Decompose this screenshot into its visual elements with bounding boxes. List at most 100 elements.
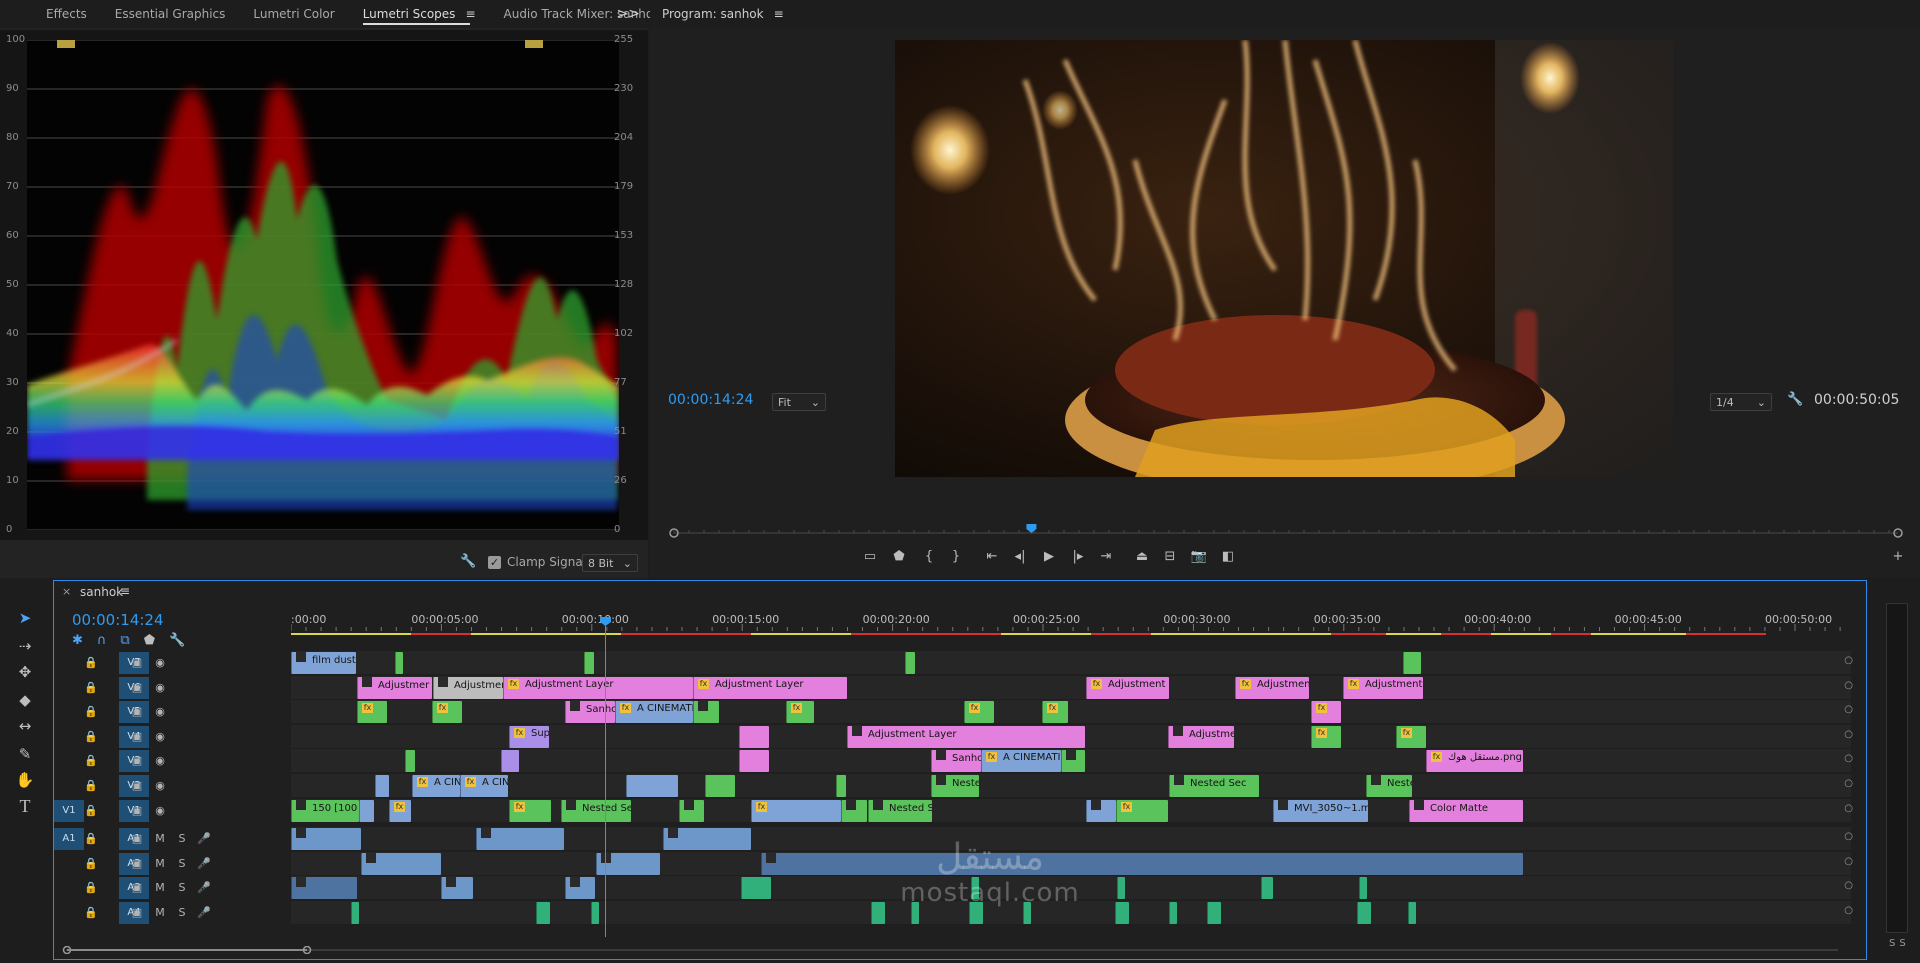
lock-icon[interactable]: 🔒	[83, 799, 99, 823]
linked-selection-icon[interactable]: ⧉	[120, 633, 129, 648]
clip[interactable]: fx Adjustment Layer	[1086, 676, 1169, 699]
clip[interactable]	[501, 750, 519, 773]
lock-icon[interactable]: 🔒	[83, 876, 99, 900]
clip[interactable]	[679, 799, 704, 822]
slip-tool-icon[interactable]: ↔	[12, 714, 38, 738]
eye-icon[interactable]: ◉	[152, 700, 168, 724]
tab-lumetri-scopes[interactable]: Lumetri Scopes ≡	[349, 0, 490, 28]
clip[interactable]	[693, 701, 719, 724]
clip[interactable]: Sanhok	[565, 701, 615, 724]
clip[interactable]: Adjustment	[1168, 725, 1234, 748]
clip[interactable]: fx	[389, 799, 411, 822]
tab-effects[interactable]: Effects	[0, 0, 101, 28]
clip[interactable]	[705, 775, 735, 797]
clip[interactable]: fx Adjustment Lay	[1235, 676, 1309, 699]
clip[interactable]: Nested	[931, 775, 979, 797]
track-scroll-handle-icon[interactable]: ○	[1844, 831, 1853, 842]
clip[interactable]	[841, 799, 867, 822]
step-back-icon[interactable]: ◂|	[1008, 545, 1032, 569]
clip[interactable]: fx A CINE	[460, 775, 508, 797]
track-scroll-handle-icon[interactable]: ○	[1844, 729, 1853, 740]
bit-depth-select[interactable]: 8 Bit ⌄	[582, 554, 638, 572]
clip[interactable]	[291, 828, 361, 851]
clip[interactable]	[969, 902, 983, 924]
time-ruler[interactable]: :00:00 00:00:05:00 00:00:10:00 00:00:15:00 0…	[290, 607, 1851, 637]
source-patch[interactable]: A1	[54, 828, 84, 851]
clip[interactable]	[476, 828, 564, 851]
clip[interactable]: fx	[357, 701, 387, 724]
track-lane[interactable]: ○	[291, 901, 1853, 925]
clip[interactable]: fx A CINEMATIC B	[615, 701, 693, 724]
wrench-icon[interactable]: 🔧	[1787, 392, 1803, 407]
razor-tool-icon[interactable]: ◆	[12, 688, 38, 712]
lock-icon[interactable]: 🔒	[83, 676, 99, 700]
clip[interactable]: fx	[432, 701, 462, 724]
hand-tool-icon[interactable]: ✋	[12, 768, 38, 792]
track-lane[interactable]: ○	[291, 851, 1853, 876]
track-scroll-handle-icon[interactable]: ○	[1844, 905, 1853, 916]
sync-lock-icon[interactable]: ▣	[129, 774, 145, 798]
button-editor-plus-icon[interactable]: +	[1886, 545, 1910, 569]
tab-overflow-icon[interactable]: >>	[617, 0, 640, 28]
clip[interactable]	[405, 750, 415, 773]
clip[interactable]	[591, 902, 599, 924]
wrench-icon[interactable]: 🔧	[169, 633, 185, 648]
solo-button[interactable]: S	[174, 852, 190, 876]
clip[interactable]	[536, 902, 550, 924]
track-lane[interactable]: film dust fx.ef ○	[291, 651, 1853, 675]
nest-toggle-icon[interactable]: ✱	[72, 633, 83, 648]
sync-lock-icon[interactable]: ▣	[129, 852, 145, 876]
track-lane[interactable]: fx Super Adjustment Layer Adjustment fx fx ○	[291, 724, 1853, 749]
mute-button[interactable]: M	[152, 827, 168, 851]
lock-icon[interactable]: 🔒	[83, 774, 99, 798]
clip[interactable]: fx Adjustment Layer	[693, 676, 847, 699]
go-to-out-icon[interactable]: ⇥	[1094, 545, 1118, 569]
clip[interactable]: fx	[1396, 725, 1426, 748]
clip[interactable]: fx	[964, 701, 994, 724]
export-frame-icon[interactable]: 📷	[1187, 545, 1211, 569]
lock-icon[interactable]: 🔒	[83, 901, 99, 925]
lock-icon[interactable]: 🔒	[83, 651, 99, 675]
track-lane[interactable]: Adjustmer Adjustment La fx Adjustment Layer…	[291, 675, 1853, 700]
track-scroll-handle-icon[interactable]: ○	[1844, 803, 1853, 814]
clip[interactable]: Adjustmer	[357, 676, 432, 699]
sync-lock-icon[interactable]: ▣	[129, 799, 145, 823]
eye-icon[interactable]: ◉	[152, 725, 168, 749]
clip[interactable]: Nested Sec	[1169, 775, 1259, 797]
microphone-icon[interactable]: 🎤	[196, 876, 212, 900]
microphone-icon[interactable]: 🎤	[196, 827, 212, 851]
track-scroll-handle-icon[interactable]: ○	[1844, 704, 1853, 715]
clip[interactable]	[1359, 877, 1367, 900]
track-lane[interactable]: ○	[291, 876, 1853, 901]
clip[interactable]	[1061, 750, 1085, 773]
track-scroll-handle-icon[interactable]: ○	[1844, 680, 1853, 691]
track-lane[interactable]: 150 [100 fx fx Nested Sequer fx Nested Seq fx M…	[291, 798, 1853, 823]
clip[interactable]: Nested Sequer	[561, 799, 631, 822]
lock-icon[interactable]: 🔒	[83, 725, 99, 749]
extract-icon[interactable]: ⊟	[1158, 545, 1182, 569]
clip[interactable]: fx مستقل هوك.png	[1426, 750, 1523, 773]
go-to-in-icon[interactable]: ⇤	[980, 545, 1004, 569]
clip[interactable]	[1115, 902, 1129, 924]
clip[interactable]	[971, 877, 979, 900]
track-scroll-handle-icon[interactable]: ○	[1844, 655, 1853, 666]
hamburger-menu-icon[interactable]: ≡	[465, 7, 475, 21]
clip[interactable]	[836, 775, 846, 797]
clip[interactable]: 150 [100	[291, 799, 359, 822]
program-scrub-bar[interactable]	[668, 524, 1904, 538]
hamburger-menu-icon[interactable]: ≡	[120, 584, 130, 598]
clip[interactable]	[905, 652, 915, 674]
clip[interactable]: Color Matte	[1409, 799, 1523, 822]
lock-icon[interactable]: 🔒	[83, 852, 99, 876]
sync-lock-icon[interactable]: ▣	[129, 676, 145, 700]
track-scroll-handle-icon[interactable]: ○	[1844, 778, 1853, 789]
clip[interactable]	[663, 828, 751, 851]
clip[interactable]	[395, 652, 403, 674]
mark-out-icon[interactable]: }	[944, 545, 968, 569]
sync-lock-icon[interactable]: ▣	[129, 749, 145, 773]
add-marker-icon[interactable]: ⬟	[887, 545, 911, 569]
clip[interactable]: Sanhok	[931, 750, 981, 773]
clip[interactable]	[871, 902, 885, 924]
sync-lock-icon[interactable]: ▣	[129, 725, 145, 749]
sequence-tab[interactable]: sanhok	[80, 585, 123, 599]
